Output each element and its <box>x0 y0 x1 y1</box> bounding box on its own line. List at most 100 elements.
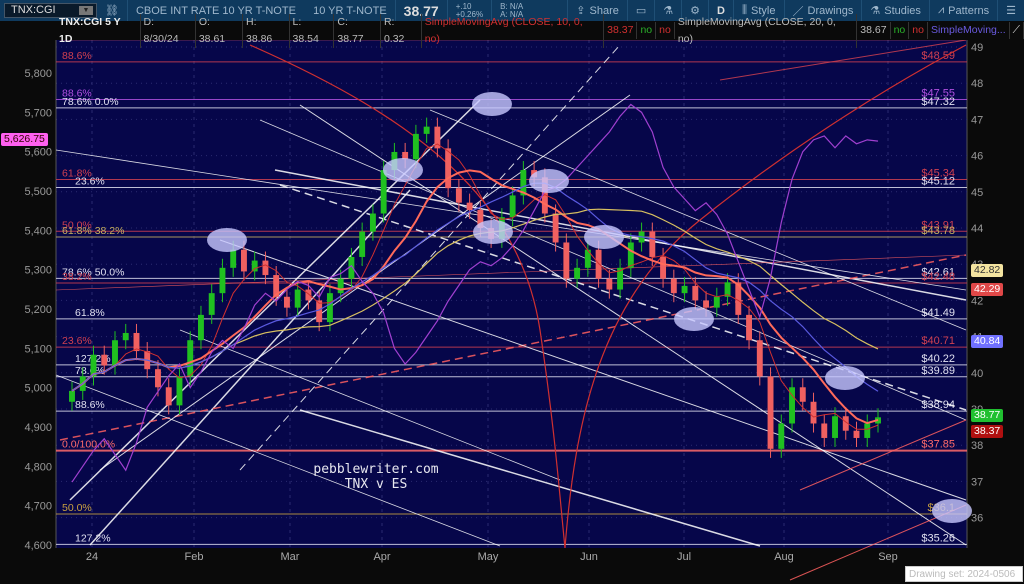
x-tick-label: Apr <box>373 551 390 563</box>
left-tick-label: 5,600 <box>24 147 52 159</box>
sma10-badge: 38.37 <box>971 425 1004 438</box>
candle-body <box>455 188 462 203</box>
candle-body <box>627 242 634 268</box>
bar-range: R: 0.32 <box>381 13 422 48</box>
study-toggle-icon[interactable]: ⟋ <box>1010 22 1024 39</box>
candle-body <box>595 249 602 279</box>
fib-price-label: $42.48 <box>921 271 955 283</box>
bar-close: C: 38.77 <box>334 13 381 48</box>
sma10-label[interactable]: SimpleMovingAvg (CLOSE, 10, 0, no) <box>422 13 605 48</box>
fib-price-label: $40.22 <box>921 353 955 365</box>
candle-body <box>283 296 290 308</box>
candle-body <box>198 314 204 341</box>
candle-body <box>69 390 75 402</box>
x-tick-label: Mar <box>281 551 300 563</box>
sma10-flag1: no <box>637 22 657 39</box>
fib-price-label: $37.85 <box>921 439 955 451</box>
sma20-flag1: no <box>891 22 910 39</box>
candle-body <box>509 195 516 218</box>
candle-body <box>133 332 140 352</box>
fib-price-label: $41.49 <box>921 307 955 319</box>
flask-icon: ⚗ <box>663 5 674 17</box>
fib-pct-label: 78.6% <box>75 365 105 377</box>
watermark-subtitle: TNX v ES <box>344 477 408 492</box>
candle-body <box>445 148 452 189</box>
highlight-marker <box>932 499 972 523</box>
sma20-flag2: no <box>909 22 928 39</box>
alert-button[interactable]: ▭ <box>626 0 654 21</box>
candle-body <box>746 314 752 341</box>
candle-body <box>810 401 817 424</box>
price-chart[interactable]: 24FebMarAprMayJunJulAugSep36373839404142… <box>0 0 1024 584</box>
right-tick-label: 45 <box>971 187 983 199</box>
studies-button[interactable]: ⚗ Studies <box>861 0 929 21</box>
left-tick-label: 5,700 <box>24 107 52 119</box>
fib-pct-label: 23.6% <box>75 175 105 187</box>
candle-body <box>359 231 366 257</box>
candle-body <box>112 340 118 366</box>
highlight-marker <box>473 220 513 244</box>
studies-label: Studies <box>884 4 921 17</box>
candle-body <box>219 267 226 294</box>
patterns-button[interactable]: ⩘ Patterns <box>928 0 997 21</box>
left-tick-label: 4,900 <box>24 422 52 434</box>
alert-icon: ▭ <box>635 5 647 17</box>
fib-pct-label: 61.8% 38.2% <box>62 225 124 237</box>
bar-open: O: 38.61 <box>196 13 243 48</box>
chart-title: TNX:CGI 5 Y 1D <box>56 13 141 48</box>
sma20-label[interactable]: SimpleMovingAvg (CLOSE, 20, 0, no) <box>675 13 858 48</box>
left-tick-label: 4,700 <box>24 501 52 513</box>
candle-body <box>412 133 419 160</box>
sma3-label[interactable]: SimpleMoving... <box>928 22 1010 39</box>
highlight-marker <box>207 228 247 252</box>
candle-body <box>606 278 613 290</box>
flask-icon: ⚗ <box>870 5 881 17</box>
candle-body <box>262 260 269 276</box>
candle-body <box>552 213 559 243</box>
highlight-marker <box>529 169 569 193</box>
fib-price-label: $40.71 <box>921 335 955 347</box>
bar-high: H: 38.86 <box>243 13 290 48</box>
candle-body <box>821 423 828 438</box>
x-tick-label: Jun <box>580 551 598 563</box>
x-tick-label: Aug <box>774 551 794 563</box>
fib-pct-label: 88.6% <box>62 50 92 62</box>
fib-pct-label: 78.6% 0.0% <box>62 96 119 108</box>
right-tick-label: 47 <box>971 114 983 126</box>
candle-body <box>713 296 720 308</box>
fib-pct-label: 50.0% <box>62 502 92 514</box>
left-tick-label: 5,100 <box>24 343 52 355</box>
right-tick-label: 37 <box>971 476 983 488</box>
right-tick-label: 48 <box>971 78 983 90</box>
candle-body <box>305 289 312 301</box>
yellow-ma-badge: 42.82 <box>971 264 1004 277</box>
candle-body <box>165 387 172 406</box>
candle-body <box>187 340 194 377</box>
candle-body <box>670 278 677 294</box>
candle-body <box>155 369 161 388</box>
bar-low: L: 38.54 <box>290 13 335 48</box>
candle-body <box>692 285 699 301</box>
highlight-marker <box>472 92 512 116</box>
watermark-site: pebblewriter.com <box>313 462 439 477</box>
sma10-value: 38.37 <box>604 22 638 39</box>
highlight-marker <box>674 307 714 331</box>
left-tick-label: 4,800 <box>24 461 52 473</box>
drawing-set-field[interactable]: Drawing set: 2024-0506 <box>905 566 1023 582</box>
pattern-icon: ⩘ <box>937 4 945 16</box>
left-tick-label: 5,400 <box>24 225 52 237</box>
x-tick-label: Jul <box>677 551 691 563</box>
candle-body <box>380 170 387 214</box>
x-tick-label: 24 <box>86 551 98 563</box>
fib-pct-label: 61.8% <box>75 307 105 319</box>
candle-body <box>681 285 688 294</box>
x-tick-label: Sep <box>878 551 898 563</box>
candle-body <box>294 289 301 308</box>
candle-body <box>122 332 129 341</box>
fib-price-label: $45.12 <box>921 175 955 187</box>
left-tick-label: 5,800 <box>24 68 52 80</box>
candle-body <box>778 423 785 449</box>
menu-button[interactable]: ☰ <box>997 0 1024 21</box>
candle-body <box>176 376 183 406</box>
right-tick-label: 42 <box>971 295 983 307</box>
